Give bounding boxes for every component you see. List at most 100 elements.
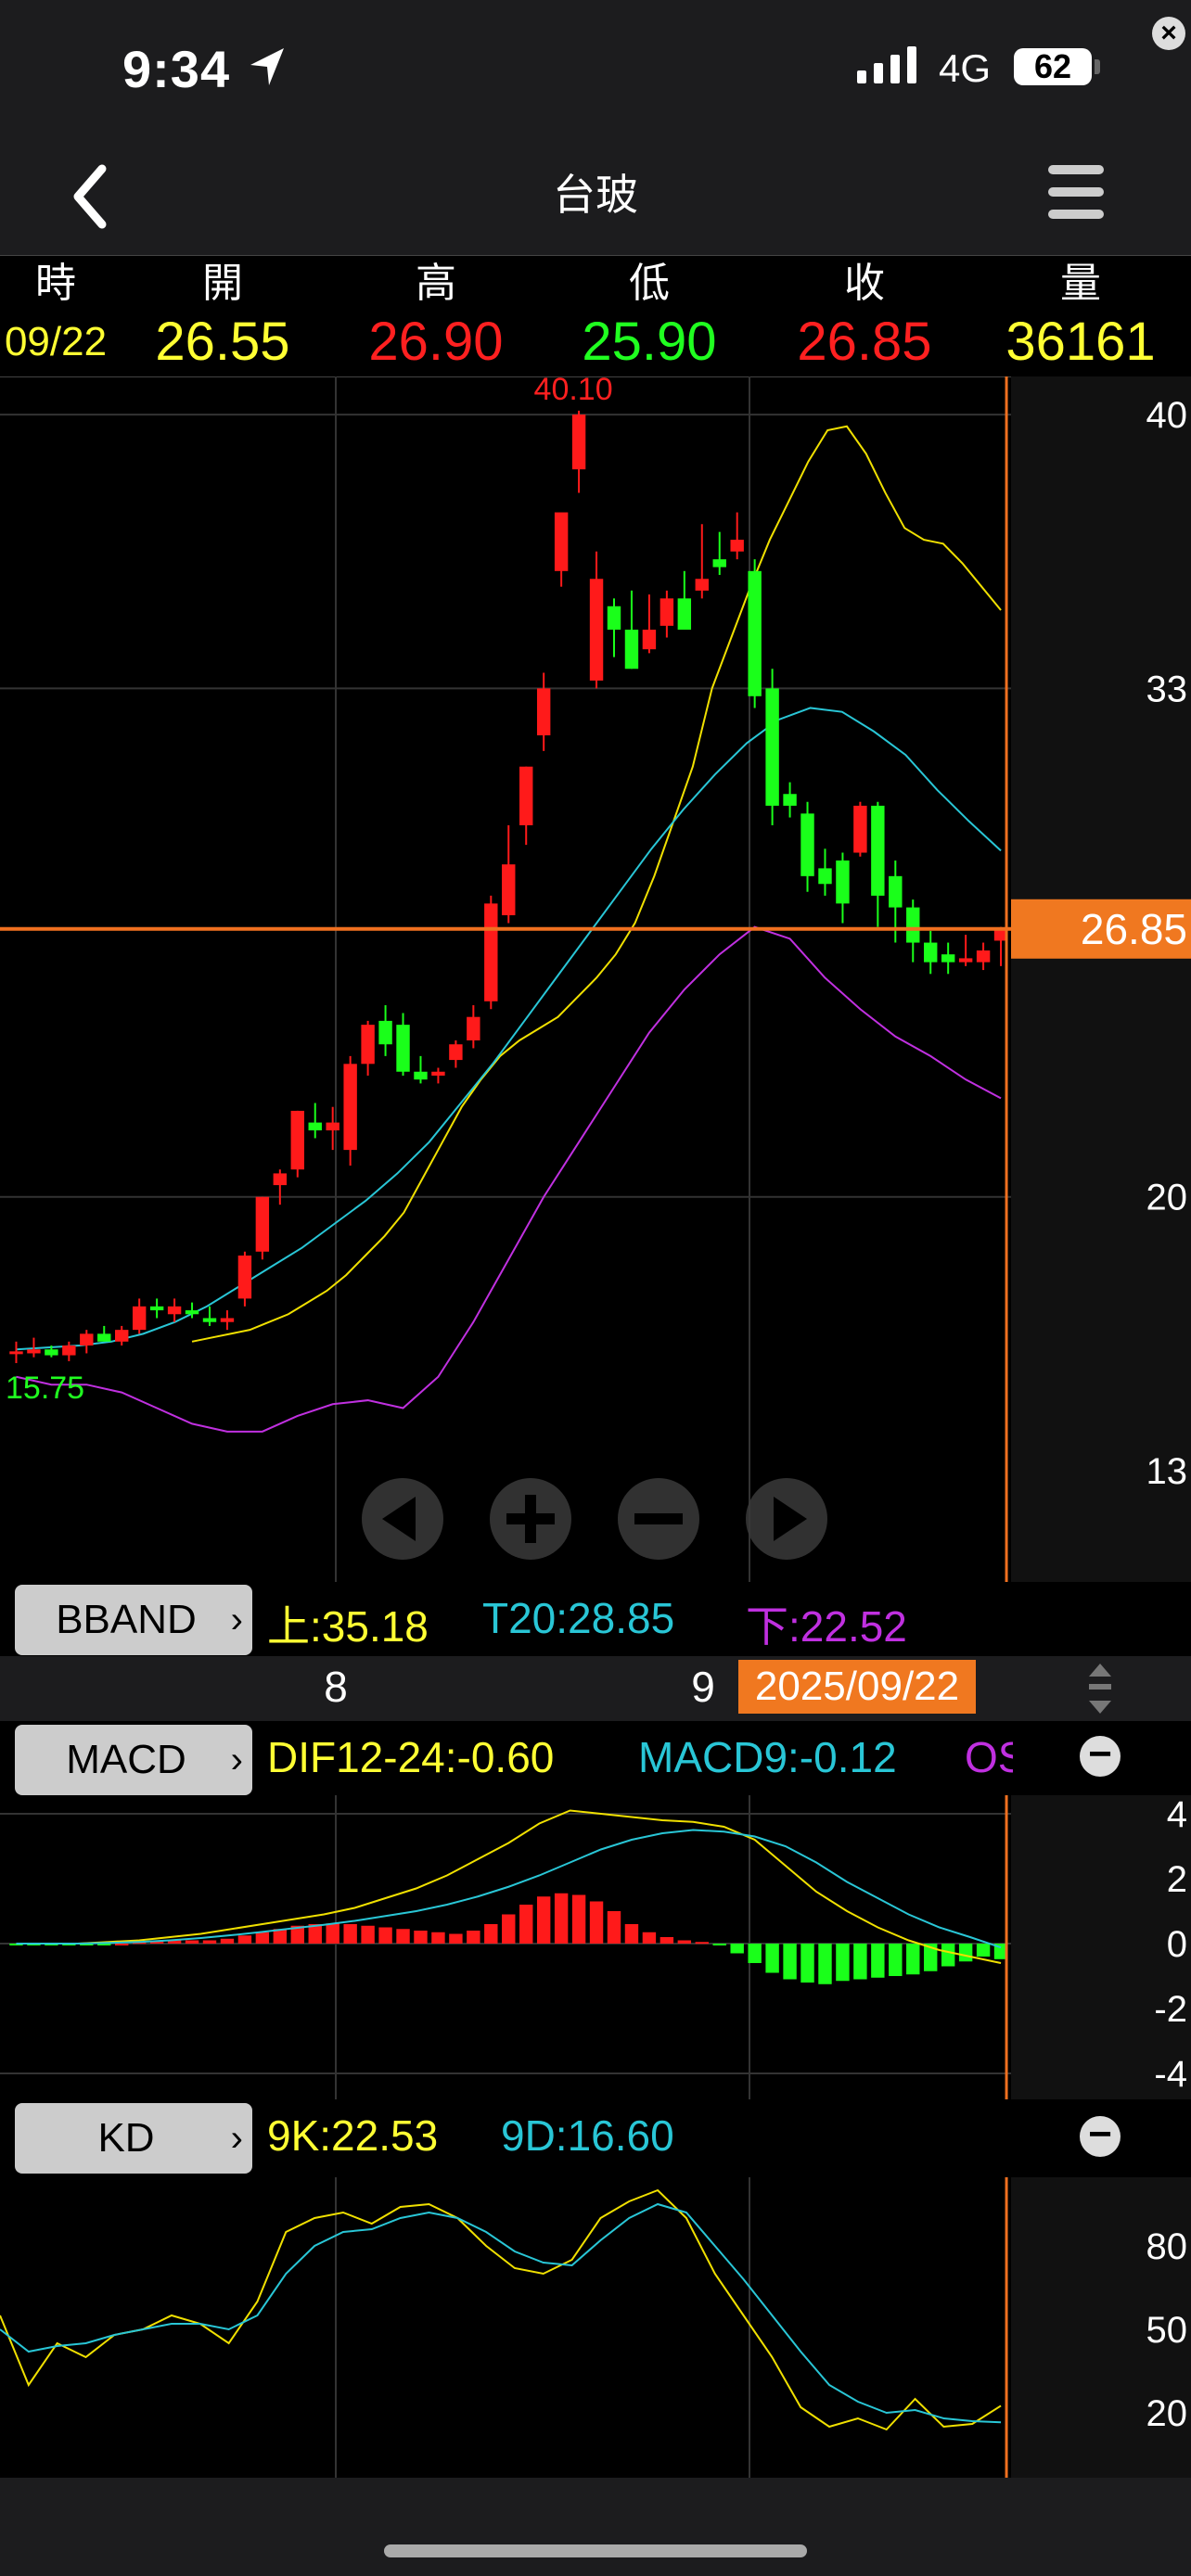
low-price-label: 15.75 [6,1371,84,1406]
quote-header-4: 收 [844,261,885,306]
candle-body [589,579,604,681]
date-axis-label-sep: 9 [691,1663,715,1711]
hamburger-menu-icon[interactable] [1048,165,1104,219]
candle-body [924,942,938,963]
pan-right-icon[interactable] [746,1478,827,1560]
macd-osc-bar [906,1944,920,1975]
candle-body [712,559,726,567]
candle-body [378,1020,392,1045]
macd-osc-bar [571,1894,586,1944]
quote-header-2: 高 [416,261,456,306]
macd-axis-label: -4 [1154,2054,1187,2095]
quote-header-0: 時 [35,261,76,306]
kd-axis-label: 20 [1146,2393,1188,2434]
resize-handle-icon[interactable] [1087,1664,1113,1714]
candle-body [642,630,657,650]
macd-osc-bar [976,1944,991,1957]
quote-value-3: 25.90 [582,312,717,372]
candle-body [941,954,955,963]
kd-k-value: 9K:22.53 [267,2111,439,2160]
candle-body [836,860,850,904]
candle-body [149,1306,164,1311]
candle-body [889,875,903,908]
battery-tip [1095,59,1100,74]
macd-osc-bar [343,1924,357,1944]
macd-osc-bar [378,1927,392,1944]
macd-osc-bar [853,1944,867,1980]
home-indicator[interactable] [384,2544,807,2557]
macd-indicator-button[interactable]: MACD › [15,1725,252,1795]
location-arrow-icon [250,48,284,85]
close-quote-icon[interactable]: × [1152,17,1185,50]
bottom-area [0,2478,1191,2576]
candle-body [237,1256,252,1299]
macd-osc-bar [695,1942,709,1945]
candlestick-chart[interactable]: 40 33 20 13 40.10 15.75 26.85 [0,376,1191,1582]
macd-osc-bar [624,1924,639,1944]
candle-body [167,1306,182,1315]
remove-macd-icon[interactable]: − [1080,1734,1121,1777]
candle-body [571,414,586,470]
bband-indicator-button[interactable]: BBAND › [15,1585,252,1655]
macd-osc-bar [484,1924,498,1944]
selected-date-label: 2025/09/22 [738,1660,976,1714]
quote-header-1: 開 [202,261,243,306]
candle-body [220,1318,235,1322]
remove-kd-icon[interactable]: − [1080,2114,1121,2157]
macd-axis-label: 0 [1167,1924,1187,1965]
date-axis-label-aug: 8 [324,1663,348,1711]
macd-osc-bar [836,1944,850,1982]
candle-body [343,1064,357,1151]
candle-body [27,1349,41,1354]
quote-value-1: 26.55 [155,312,290,372]
candle-body [502,864,516,916]
quote-header-3: 低 [629,261,670,306]
candle-body [818,868,832,885]
kd-chart[interactable]: 80 50 20 [0,2177,1191,2478]
candle-body [660,598,674,626]
macd-axis-label: 4 [1167,1795,1187,1835]
macd-osc-bar [326,1923,339,1944]
bollinger-mid-line [16,707,1002,1351]
candle-body [62,1345,76,1356]
candle-body [185,1310,199,1315]
macd-chart[interactable]: 4 2 0 -2 -4 [0,1795,1191,2099]
page-title: 台玻 [553,171,638,219]
macd-osc-bar [185,1940,199,1944]
macd-signal-value: MACD9:-0.12 [638,1733,897,1781]
macd-osc-bar [958,1944,973,1962]
kd-indicator-button[interactable]: KD › [15,2103,252,2174]
quote-value-0: 09/22 [4,319,108,364]
macd-osc-bar [660,1937,674,1944]
candle-body [607,606,621,631]
candle-body [519,766,533,825]
macd-osc-bar [396,1929,410,1944]
macd-osc-bar [502,1914,516,1944]
zoom-out-icon[interactable] [618,1478,699,1560]
bband-upper-value: 上:35.18 [267,1602,429,1651]
macd-osc-bar [467,1931,480,1944]
macd-osc-bar [589,1901,604,1944]
macd-osc-bar [115,1944,129,1945]
candle-body [467,1016,480,1040]
candle-body [9,1351,23,1355]
candle-body [97,1333,111,1342]
macd-osc-bar [536,1896,551,1944]
macd-osc-bar [818,1944,832,1984]
candle-body [414,1071,428,1080]
pan-left-icon[interactable] [362,1478,443,1560]
current-price-label: 26.85 [1081,905,1187,953]
candle-body [624,630,639,670]
macd-osc-value: OS [965,1733,1013,1781]
macd-axis-label: 2 [1167,1859,1187,1900]
quote-value-4: 26.85 [797,312,932,372]
macd-osc-bar [220,1938,235,1944]
candle-body [765,688,779,806]
zoom-in-icon[interactable] [490,1478,571,1560]
macd-osc-bar [941,1944,955,1967]
kd-d-value: 9D:16.60 [501,2111,674,2160]
candle-body [853,805,867,853]
macd-axis-label: -2 [1154,1989,1187,2030]
kd-axis-label: 80 [1146,2226,1188,2267]
macd-osc-bar [202,1940,217,1944]
